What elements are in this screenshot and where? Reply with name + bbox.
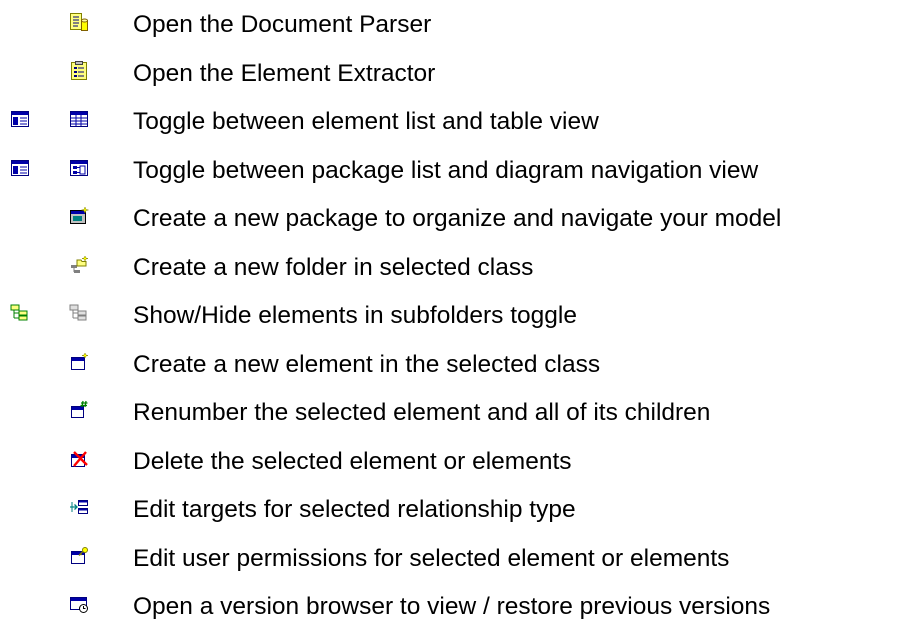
renumber-icon bbox=[69, 400, 89, 420]
legend-item-label: Create a new folder in selected class bbox=[133, 253, 534, 281]
new-folder-icon bbox=[69, 254, 89, 275]
legend-item-label: Open the Document Parser bbox=[133, 11, 432, 38]
legend-item: Edit targets for selected relationship t… bbox=[0, 488, 911, 537]
list-view-icon bbox=[10, 109, 30, 129]
legend-item: Renumber the selected element and all of… bbox=[0, 391, 911, 440]
diagram-view-icon bbox=[69, 158, 89, 178]
legend-item-label: Renumber the selected element and all of… bbox=[133, 399, 711, 426]
subfolders-show-icon bbox=[10, 303, 30, 323]
permissions-icon bbox=[69, 546, 89, 566]
legend-item-label: Show/Hide elements in subfolders toggle bbox=[133, 302, 577, 329]
legend-item-label: Edit targets for selected relationship t… bbox=[133, 496, 576, 523]
legend-item: Open the Element Extractor bbox=[0, 52, 911, 101]
legend-item: Show/Hide elements in subfolders toggle bbox=[0, 294, 911, 343]
list-view-icon bbox=[10, 158, 30, 178]
subfolders-hide-icon bbox=[69, 303, 89, 323]
legend-item-label: Open the Element Extractor bbox=[133, 59, 436, 87]
legend-item: Open the Document Parser bbox=[0, 3, 911, 52]
legend-item: Toggle between element list and table vi… bbox=[0, 100, 911, 149]
delete-element-icon bbox=[69, 449, 89, 469]
legend-item-label: Create a new package to organize and nav… bbox=[133, 205, 782, 232]
legend-item-label: Edit user permissions for selected eleme… bbox=[133, 544, 730, 572]
legend-item: Edit user permissions for selected eleme… bbox=[0, 537, 911, 586]
legend-item: Toggle between package list and diagram … bbox=[0, 149, 911, 198]
legend-item-label: Delete the selected element or elements bbox=[133, 447, 572, 475]
legend-item-label: Open a version browser to view / restore… bbox=[133, 593, 771, 620]
legend-item: Create a new package to organize and nav… bbox=[0, 197, 911, 246]
legend-item: Create a new folder in selected class bbox=[0, 246, 911, 295]
legend-item-label: Toggle between package list and diagram … bbox=[133, 156, 759, 184]
legend-item: Create a new element in the selected cla… bbox=[0, 343, 911, 392]
legend-item: Open a version browser to view / restore… bbox=[0, 585, 911, 634]
edit-targets-icon bbox=[69, 497, 89, 517]
version-browser-icon bbox=[69, 594, 89, 614]
element-extractor-icon bbox=[69, 60, 89, 81]
table-view-icon bbox=[69, 109, 89, 129]
document-parser-icon bbox=[69, 12, 89, 32]
new-package-icon bbox=[69, 206, 89, 226]
legend-item: Delete the selected element or elements bbox=[0, 440, 911, 489]
legend-item-label: Toggle between element list and table vi… bbox=[133, 108, 599, 135]
icon-legend: Open the Document Parser Open the Elemen… bbox=[0, 3, 911, 634]
new-element-icon bbox=[69, 351, 89, 372]
legend-item-label: Create a new element in the selected cla… bbox=[133, 350, 601, 378]
